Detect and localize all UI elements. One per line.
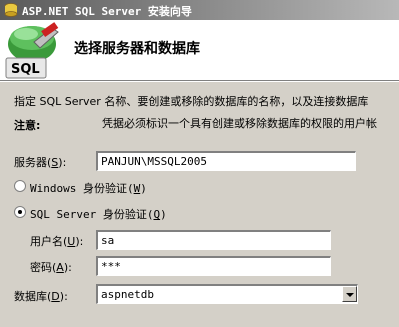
database-label: 数据库(D): xyxy=(14,290,68,303)
database-value: aspnetdb xyxy=(101,288,154,301)
database-select[interactable]: aspnetdb xyxy=(96,284,358,304)
logo-text: SQL xyxy=(11,62,40,77)
server-input[interactable]: PANJUN\MSSQL2005 xyxy=(96,151,356,171)
windows-auth-radio[interactable] xyxy=(14,180,26,192)
description-text: 指定 SQL Server 名称、要创建或移除的数据库的名称，以及连接数据库 xyxy=(14,95,369,108)
sql-auth-radio[interactable] xyxy=(14,206,26,218)
window-title: ASP.NET SQL Server 安装向导 xyxy=(22,5,192,18)
password-input[interactable]: *** xyxy=(96,256,331,276)
page-title: 选择服务器和数据库 xyxy=(74,41,200,57)
chevron-down-icon xyxy=(346,293,354,297)
server-label: 服务器(S): xyxy=(14,156,67,169)
radio-selected-dot xyxy=(18,210,22,214)
app-icon xyxy=(4,3,18,17)
dropdown-button[interactable] xyxy=(342,286,357,302)
password-label: 密码(A): xyxy=(30,261,72,274)
sql-database-icon: SQL xyxy=(5,22,59,79)
sql-auth-label[interactable]: SQL Server 身份验证(Q) xyxy=(30,206,167,222)
header-divider xyxy=(0,80,399,82)
username-label: 用户名(U): xyxy=(30,235,84,248)
title-bar[interactable]: ASP.NET SQL Server 安装向导 xyxy=(0,0,399,20)
wizard-header: SQL 选择服务器和数据库 xyxy=(0,20,399,80)
note-text: 凭据必须标识一个具有创建或移除数据库的权限的用户帐 xyxy=(102,117,377,130)
note-label: 注意: xyxy=(14,119,41,132)
username-input[interactable]: sa xyxy=(96,230,331,250)
windows-auth-label[interactable]: Windows 身份验证(W) xyxy=(30,180,147,196)
